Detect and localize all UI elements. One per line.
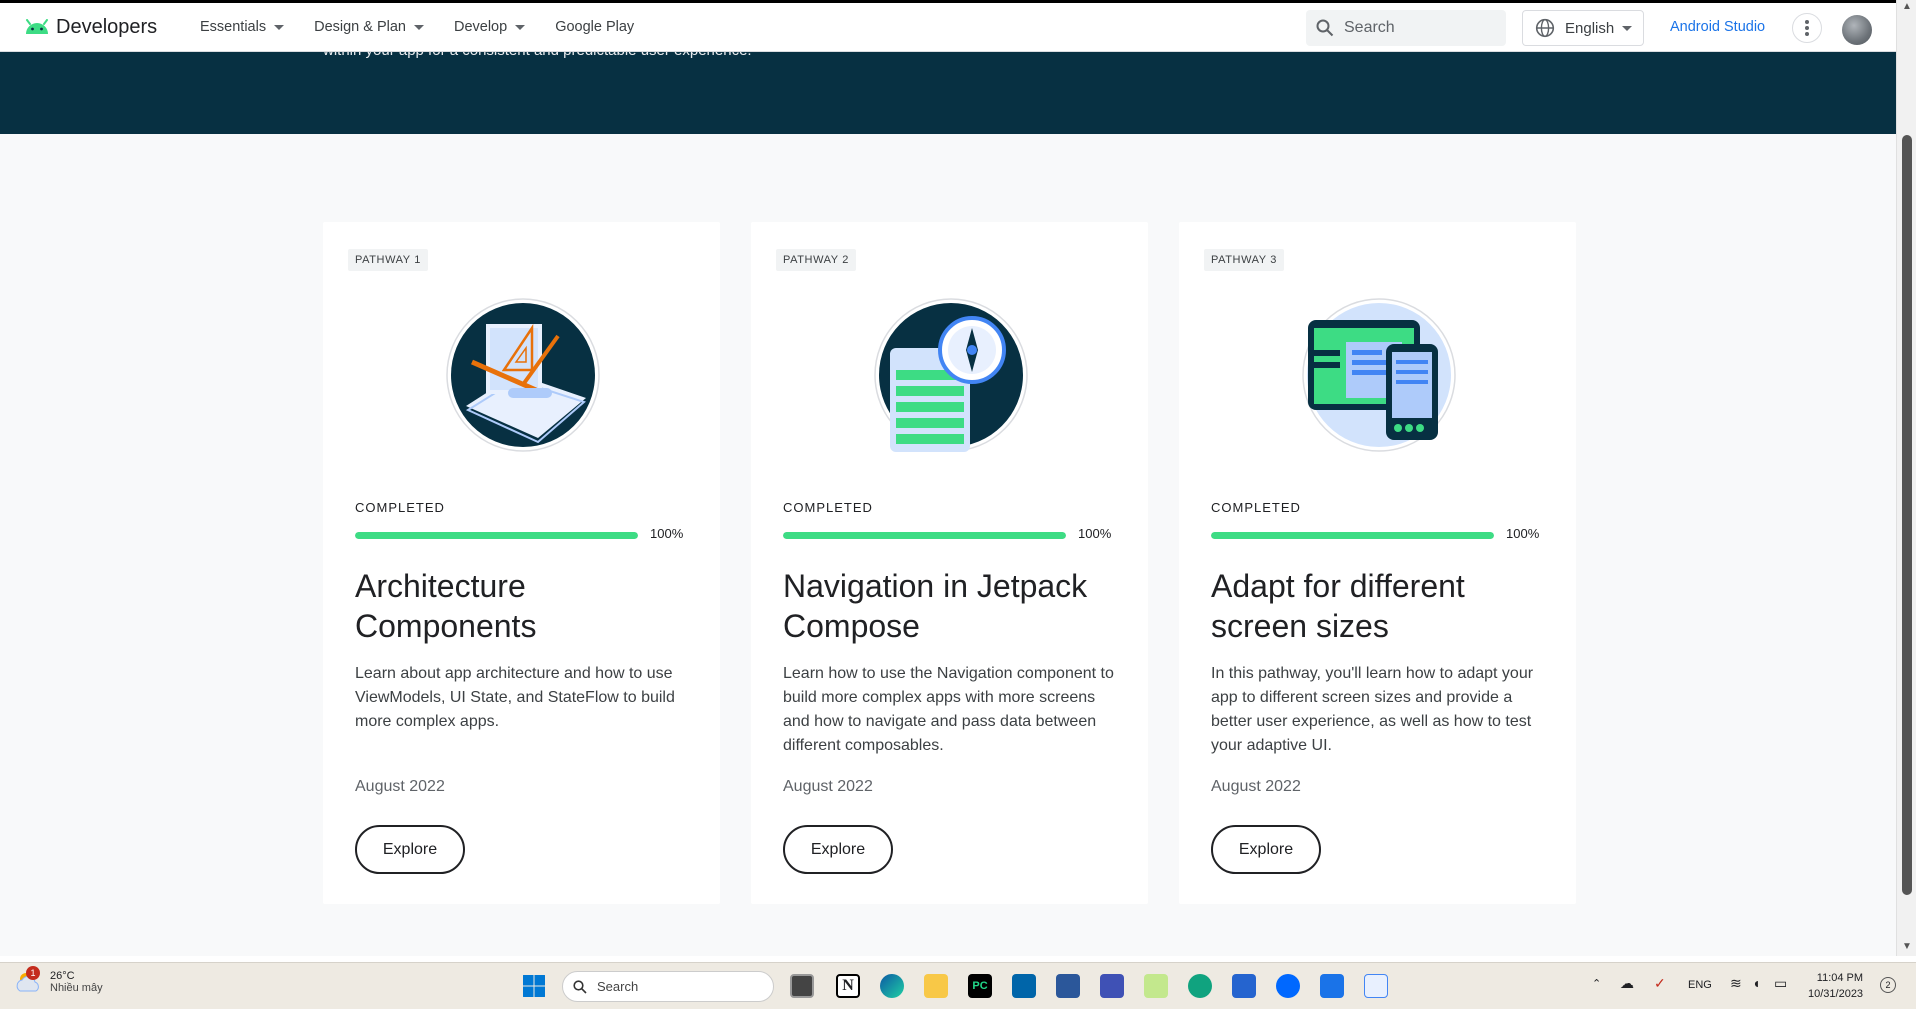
todo-icon[interactable] [1232,974,1256,998]
windows-start-icon[interactable] [522,974,546,998]
pathway-badge: PATHWAY 1 [348,249,428,271]
edge-icon[interactable] [880,974,904,998]
store-icon[interactable] [1056,974,1080,998]
chevron-down-icon [413,24,424,30]
nav-label: Develop [453,19,508,35]
clock-date: 10/31/2023 [1808,988,1864,1000]
browser-c-icon[interactable] [1320,974,1344,998]
search-icon [573,979,587,994]
search-icon [1316,19,1334,37]
explore-button[interactable]: Explore [783,825,893,874]
android-icon [26,19,48,34]
chevron-down-icon [1622,25,1633,31]
progress-bar [1211,532,1494,539]
compass-icon [874,298,1028,452]
page: within your app for a consistent and pre… [0,0,1896,956]
taskbar-search[interactable]: Search [562,971,774,1002]
taskbar-search-placeholder: Search [597,979,639,994]
nav-label: Google Play [555,19,635,35]
chevron-up-icon[interactable]: ⌃ [1592,977,1601,990]
app-icon[interactable] [1100,974,1124,998]
pathway-badge: PATHWAY 2 [776,249,856,271]
input-language[interactable]: ENG [1688,979,1712,991]
system-clock[interactable]: 11:04 PM 10/31/2023 [1808,970,1863,1002]
weather-temp: 26°C [50,970,75,982]
zalo-icon[interactable] [1276,974,1300,998]
pathway-card-3: PATHWAY 3 COMPLETED 100% Adapt for diffe… [1179,222,1576,904]
progress-percent: 100% [1506,526,1540,541]
chatgpt-icon[interactable] [1188,974,1212,998]
weather-condition: Nhiều mây [50,982,103,994]
pathway-date: August 2022 [355,778,445,795]
notion-icon[interactable]: N [836,974,860,998]
progress-fill [783,532,1066,539]
explore-button[interactable]: Explore [1211,825,1321,874]
chevron-down-icon [274,24,285,30]
pathway-description: Learn how to use the Navigation componen… [783,665,1114,754]
progress-bar [783,532,1066,539]
translate-icon[interactable] [1364,974,1388,998]
scrollbar-thumb[interactable] [1902,135,1912,895]
devices-icon [1302,298,1456,452]
pathway-title: Architecture Components [355,568,537,644]
more-options-button[interactable] [1792,13,1822,43]
vscode-icon[interactable] [1012,974,1036,998]
pathway-date: August 2022 [783,778,873,795]
progress-bar [355,532,638,539]
antivirus-icon[interactable]: ✓ [1654,975,1666,992]
wifi-icon[interactable]: ≋ [1730,975,1742,992]
developers-logo[interactable]: Developers [24,16,164,39]
avatar[interactable] [1842,15,1872,45]
onedrive-icon[interactable]: ☁ [1620,975,1634,992]
chevron-down-icon [515,24,526,30]
nav-label: Design & Plan [314,19,406,35]
notification-badge[interactable]: 2 [1880,977,1896,993]
pathway-title: Adapt for different screen sizes [1211,568,1465,644]
clock-time: 11:04 PM [1816,972,1864,984]
weather-alert-badge: 1 [26,966,40,980]
nav-design-plan[interactable]: Design & Plan [314,19,424,35]
completion-status: COMPLETED [355,500,445,515]
more-vert-icon [1805,26,1809,30]
pathway-title: Navigation in Jetpack Compose [783,568,1088,644]
scroll-up-icon[interactable]: ▲ [1900,0,1914,14]
logo-text: Developers [56,15,158,38]
search-input[interactable]: Search [1306,10,1506,46]
file-explorer-icon[interactable] [924,974,948,998]
pathway-card-1: PATHWAY 1 COMPLETED 100% Architecture Co… [323,222,720,904]
weather-widget[interactable]: 1 26°C Nhiều mây [14,966,103,995]
language-selector[interactable]: English [1522,10,1644,46]
nav-label: Essentials [200,19,267,35]
pathway-date: August 2022 [1211,778,1301,795]
nav-google-play[interactable]: Google Play [555,19,634,35]
explore-button[interactable]: Explore [355,825,465,874]
search-placeholder: Search [1344,19,1395,36]
battery-icon[interactable]: ▭ [1774,975,1787,992]
page-scrollbar[interactable]: ▲ ▼ [1896,0,1916,956]
main-nav: Essentials Design & Plan Develop Google … [200,19,664,35]
task-view-icon[interactable] [790,974,814,998]
pathway-card-2: PATHWAY 2 COMPLETED 100% Navigation in J… [751,222,1148,904]
globe-icon [1535,18,1555,38]
top-header: Developers Essentials Design & Plan Deve… [0,0,1896,52]
progress-percent: 100% [650,526,684,541]
nav-essentials[interactable]: Essentials [200,19,285,35]
language-label: English [1565,19,1615,37]
windows-taskbar: 1 26°C Nhiều mây Search N PC ⌃ ☁ ✓ ENG ≋… [0,962,1916,1009]
pathway-badge: PATHWAY 3 [1204,249,1284,271]
pathway-description: In this pathway, you'll learn how to ada… [1211,665,1534,754]
progress-fill [1211,532,1494,539]
sketch-app-icon[interactable] [1144,974,1168,998]
scroll-down-icon[interactable]: ▼ [1900,940,1914,954]
drafting-tools-icon [446,298,600,452]
nav-develop[interactable]: Develop [453,19,526,35]
completion-status: COMPLETED [1211,500,1301,515]
progress-percent: 100% [1078,526,1112,541]
pycharm-icon[interactable]: PC [968,974,992,998]
progress-fill [355,532,638,539]
volume-icon[interactable]: ◖ [1752,975,1760,991]
android-studio-link[interactable]: Android Studio [1670,19,1765,35]
completion-status: COMPLETED [783,500,873,515]
pathway-description: Learn about app architecture and how to … [355,665,675,730]
